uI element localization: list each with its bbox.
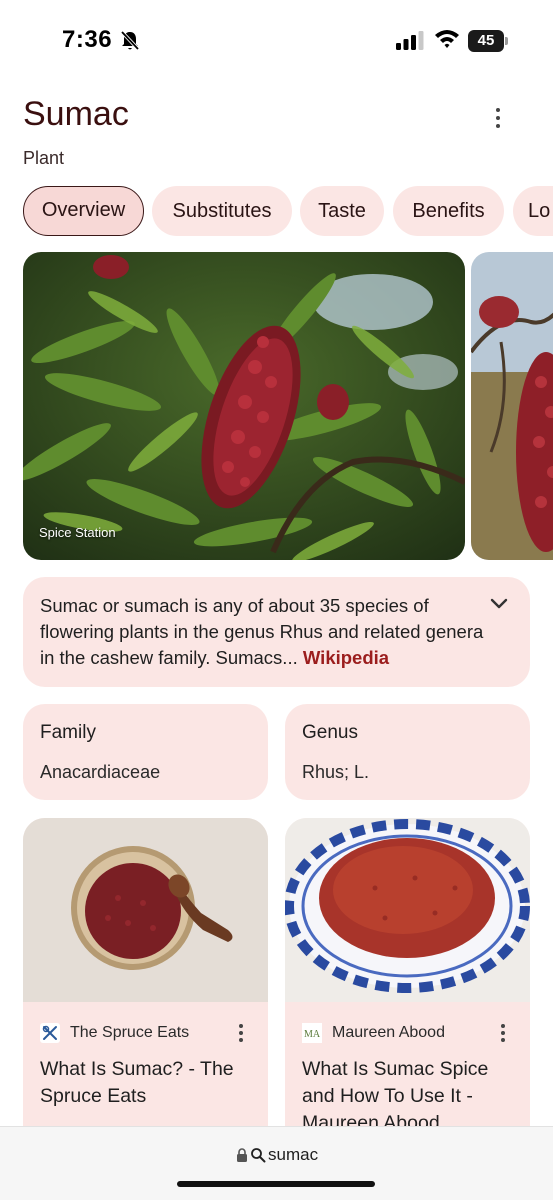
- description-text: Sumac or sumach is any of about 35 speci…: [40, 593, 485, 671]
- signal-icon: [396, 31, 424, 50]
- article-card[interactable]: MA Maureen Abood What Is Sumac Spice and…: [285, 818, 530, 1138]
- wikipedia-link[interactable]: Wikipedia: [303, 647, 389, 668]
- secondary-image[interactable]: [471, 252, 553, 560]
- article-more-button[interactable]: [233, 1022, 249, 1044]
- article-card[interactable]: The Spruce Eats What Is Sumac? - The Spr…: [23, 818, 268, 1138]
- wifi-icon: [435, 30, 459, 48]
- sumac-bowl-photo: [23, 818, 268, 1002]
- hero-image[interactable]: Spice Station: [23, 252, 465, 560]
- maureen-abood-logo-icon: MA: [302, 1023, 322, 1043]
- more-vert-icon: [501, 1024, 505, 1028]
- description-card[interactable]: Sumac or sumach is any of about 35 speci…: [23, 577, 530, 687]
- description-body: Sumac or sumach is any of about 35 speci…: [40, 595, 484, 668]
- fact-value: Anacardiaceae: [40, 762, 161, 782]
- tab-bar: Overview Substitutes Taste Benefits Lo: [23, 186, 553, 236]
- article-more-button[interactable]: [495, 1022, 511, 1044]
- sumac-plant-photo: [23, 252, 465, 560]
- sumac-plate-photo: [285, 818, 530, 1002]
- status-bar: 7:36 45: [0, 0, 553, 80]
- page-subtitle: Plant: [23, 148, 65, 168]
- more-options-button[interactable]: [486, 104, 510, 132]
- status-time: 7:36: [62, 26, 113, 53]
- page-title: Sumac: [23, 95, 129, 133]
- bell-slash-icon: [120, 30, 140, 51]
- source-name: The Spruce Eats: [70, 1024, 190, 1041]
- lock-icon: [237, 1148, 247, 1162]
- article-title[interactable]: What Is Sumac? - The Spruce Eats: [40, 1056, 255, 1110]
- tab-benefits[interactable]: Benefits: [393, 186, 504, 236]
- svg-text:MA: MA: [304, 1029, 321, 1040]
- battery-icon: 45: [468, 30, 508, 52]
- article-title[interactable]: What Is Sumac Spice and How To Use It - …: [302, 1056, 517, 1137]
- url-query: sumac: [268, 1145, 319, 1164]
- home-indicator[interactable]: [177, 1181, 375, 1187]
- fact-card-family[interactable]: Family Anacardiaceae: [23, 704, 268, 800]
- url-bar[interactable]: sumac: [0, 1126, 553, 1200]
- sumac-plant-photo-2: [471, 252, 553, 560]
- spruce-eats-logo-icon: [40, 1023, 60, 1043]
- source-name: Maureen Abood: [332, 1024, 445, 1041]
- more-vert-icon: [239, 1024, 243, 1028]
- fact-card-genus[interactable]: Genus Rhus; L.: [285, 704, 530, 800]
- search-icon: [251, 1148, 266, 1163]
- tab-taste[interactable]: Taste: [300, 186, 384, 236]
- battery-level: 45: [477, 32, 495, 49]
- tab-low[interactable]: Lo: [513, 186, 553, 236]
- tab-overview[interactable]: Overview: [23, 186, 144, 236]
- image-caption: Spice Station: [39, 525, 116, 540]
- fact-label: Genus: [302, 722, 358, 743]
- fact-value: Rhus; L.: [302, 762, 370, 782]
- chevron-down-icon[interactable]: [488, 595, 510, 613]
- more-vert-icon: [496, 108, 500, 112]
- fact-label: Family: [40, 722, 96, 743]
- tab-substitutes[interactable]: Substitutes: [152, 186, 292, 236]
